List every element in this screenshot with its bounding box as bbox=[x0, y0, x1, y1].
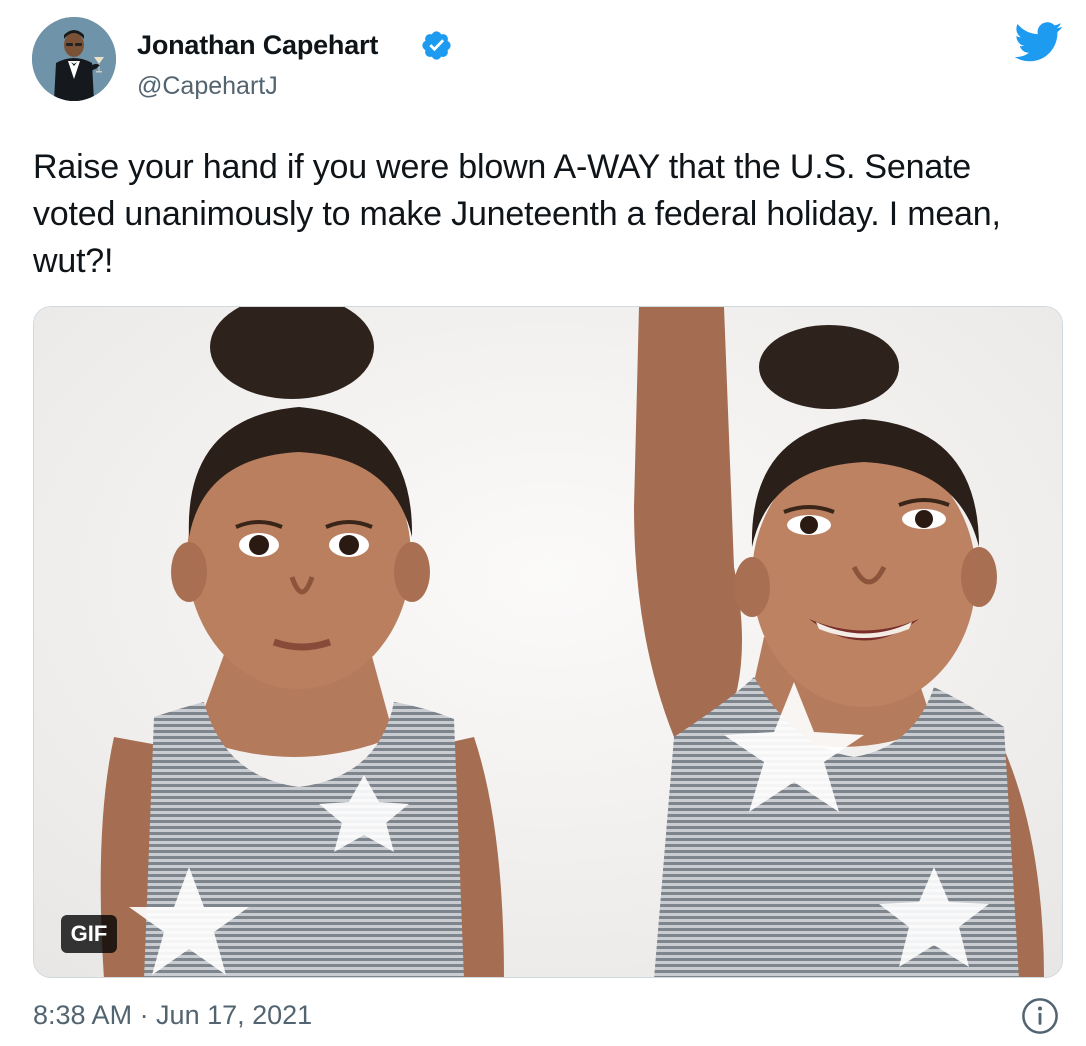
tweet-gif-media[interactable]: GIF bbox=[33, 306, 1063, 978]
author-name[interactable]: Jonathan Capehart bbox=[137, 30, 378, 61]
author-avatar[interactable] bbox=[32, 17, 116, 101]
gif-image-two-girls bbox=[34, 307, 1062, 977]
tweet-timestamp[interactable]: 8:38 AM · Jun 17, 2021 bbox=[33, 1000, 312, 1031]
verified-badge-icon bbox=[422, 31, 451, 60]
gif-badge: GIF bbox=[61, 915, 117, 953]
tweet-card: Jonathan Capehart @CapehartJ Raise your … bbox=[0, 0, 1086, 1046]
tweet-text: Raise your hand if you were blown A-WAY … bbox=[33, 148, 1001, 280]
twitter-bird-icon[interactable] bbox=[1015, 22, 1063, 62]
cartoon-man-in-tuxedo-avatar bbox=[32, 17, 116, 101]
info-icon[interactable] bbox=[1021, 997, 1059, 1035]
author-handle[interactable]: @CapehartJ bbox=[137, 72, 278, 101]
